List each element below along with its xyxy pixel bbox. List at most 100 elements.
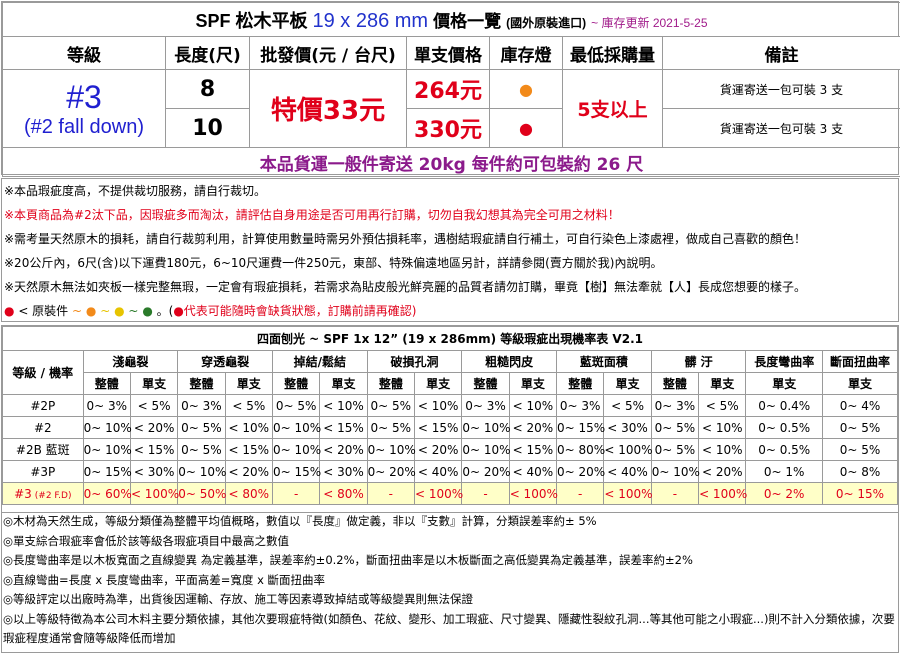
grade-sub: (#2 fall down): [23, 115, 145, 138]
defect-corner-header: 等級 / 機率: [2, 350, 84, 395]
defect-cell: -: [556, 482, 605, 505]
defect-group-header: 粗糙閃皮: [461, 350, 558, 373]
stock-dot: ●: [519, 79, 533, 99]
note-10: 貨運寄送一包可裝 3 支: [662, 108, 900, 148]
defect-cell: < 100%: [603, 482, 653, 505]
defect-cell: < 30%: [603, 416, 652, 439]
title-prefix: SPF 松木平板: [195, 10, 308, 31]
defect-cell: < 100%: [129, 482, 179, 505]
footer-note-text: ◎以上等級特徵為本公司木料主要分類依據，其他次要瑕疵特徵(如顏色、花紋、變形、加…: [3, 611, 895, 646]
defect-row: #2 0~ 10% < 20% 0~ 5% < 10% 0~ 10% < 15% 0~ 5% <…: [2, 416, 899, 439]
defect-cell: < 20%: [224, 460, 273, 483]
col-header-note: 備註: [662, 36, 900, 70]
defect-row-grade-label: #2P: [30, 398, 56, 413]
defect-row-grade: #2: [2, 416, 84, 439]
defect-cell: 0~ 3%: [556, 394, 605, 417]
legend-warning: 代表可能隨時會缺貨狀態，訂購前請再確認): [183, 304, 417, 318]
col-header-wholesale: 批發價(元 / 台尺): [249, 36, 407, 70]
stock-light-orange-icon: ●: [489, 69, 563, 109]
defect-cell: 0~ 60%: [82, 482, 132, 505]
defect-cell: 0~ 10%: [650, 460, 700, 483]
defect-cell: 0~ 5%: [821, 438, 899, 461]
defect-row-grade: #2B 藍斑: [2, 438, 84, 461]
defect-cell: 0~ 10%: [82, 416, 132, 439]
defect-cell: < 20%: [698, 460, 747, 483]
defect-cell: < 15%: [224, 438, 273, 461]
shipping-info: 本品貨運一般件寄送 20kg 每件約可包裝約 26 尺: [2, 147, 900, 177]
unit-price-8: 264元: [406, 69, 490, 109]
red-dot-icon: ●: [173, 304, 184, 318]
title-suffix: 價格一覽: [433, 11, 502, 31]
defect-cell: < 20%: [413, 438, 463, 461]
defect-cell: < 10%: [413, 394, 463, 417]
min-order: 5支以上: [562, 69, 663, 148]
defect-row: #2P 0~ 3% < 5% 0~ 3% < 5% 0~ 5% < 10% 0~ 5% < 10…: [2, 394, 899, 417]
defect-cell: < 100%: [508, 482, 558, 505]
defect-cell: 0~ 10%: [82, 438, 132, 461]
defect-cell: 0~ 8%: [821, 460, 899, 483]
sub-header-overall: 整體: [556, 372, 605, 395]
col-header-length: 長度(尺): [165, 36, 250, 70]
defect-group-header: 藍斑面積: [556, 350, 652, 373]
defect-cell: 0~ 4%: [821, 394, 899, 417]
defect-cell: 0~ 0.5%: [745, 416, 823, 439]
footer-note: ◎單支綜合瑕疵率會低於該等級各瑕疵項目中最高之數值: [3, 533, 290, 548]
update-date: ~ 庫存更新 2021-5-25: [591, 15, 708, 30]
defect-cell: < 15%: [508, 438, 558, 461]
defect-cell: < 100%: [698, 482, 747, 505]
defect-table: 四面刨光 ~ SPF 1x 12” (19 x 286mm) 等級瑕疵出現機率表…: [2, 326, 899, 505]
defect-group-header: 長度彎曲率: [745, 350, 823, 373]
sub-header-single: 單支: [698, 372, 747, 395]
defect-cell: 0~ 10%: [366, 438, 416, 461]
sub-header-single: 單支: [129, 372, 179, 395]
footer-notes: ◎木材為天然生成，等級分類僅為整體平均值概略，數值以『長度』做定義，非以『支數』…: [1, 512, 899, 653]
defect-cell: 0~ 10%: [177, 460, 226, 483]
col-header-moq: 最低採購量: [562, 36, 663, 70]
defect-cell: < 15%: [129, 438, 179, 461]
defect-row-grade-label: #3: [14, 486, 32, 501]
defect-cell: 0~ 15%: [556, 416, 605, 439]
defect-cell: < 40%: [413, 460, 463, 483]
defect-cell: -: [461, 482, 510, 505]
defect-cell: < 20%: [319, 438, 368, 461]
defect-cell: 0~ 3%: [177, 394, 226, 417]
footer-note: ◎以上等級特徵為本公司木料主要分類依據，其他次要瑕疵特徵(如顏色、花紋、變形、加…: [2, 610, 898, 649]
defect-cell: < 10%: [698, 416, 747, 439]
note-8: 貨運寄送一包可裝 3 支: [662, 69, 900, 109]
defect-cell: 0~ 5%: [366, 416, 416, 439]
defect-cell: 0~ 5%: [366, 394, 416, 417]
defect-cell: 0~ 3%: [82, 394, 131, 417]
notes-panel: ※本品瑕疵度高，不提供裁切服務，請自行裁切。 ※本頁商品為#2汰下品，因瑕疵多而…: [1, 178, 899, 322]
defect-group-header: 穿透龜裂: [177, 350, 273, 373]
defect-row-grade: #3P: [2, 460, 84, 483]
defect-cell: < 15%: [413, 416, 463, 439]
defect-cell: < 5%: [129, 394, 179, 417]
defect-cell: 0~ 0.4%: [745, 394, 823, 417]
defect-cell: 0~ 5%: [271, 394, 321, 417]
legend-label: < 原裝件: [18, 304, 69, 318]
sub-header-single: 單支: [508, 372, 558, 395]
sub-header-single: 單支: [319, 372, 368, 395]
defect-row-grade: #2P: [2, 394, 84, 417]
defect-cell: < 40%: [603, 460, 652, 483]
grade-main: #3: [66, 78, 102, 115]
defect-cell: 0~ 80%: [556, 438, 605, 461]
orange-dot-icon: ●: [85, 304, 97, 318]
defect-cell: < 10%: [224, 416, 273, 439]
defect-cell: < 20%: [129, 416, 179, 439]
red-dot-icon: ●: [4, 304, 15, 318]
yellow-dot-icon: ●: [114, 304, 125, 318]
defect-cell: -: [271, 482, 321, 505]
grade-cell: #3 (#2 fall down): [2, 69, 166, 148]
green-dot-icon: ●: [142, 304, 153, 318]
defect-cell: < 5%: [224, 394, 273, 417]
defect-row: #3P 0~ 15% < 30% 0~ 10% < 20% 0~ 15% < 30% 0~ 2…: [2, 460, 899, 483]
defect-row-grade-label: #2B 藍斑: [15, 443, 70, 457]
note-line: ※需考量天然原木的損耗，請自行裁剪利用，計算使用數量時需另外預估損耗率，遇樹結瑕…: [4, 232, 807, 246]
stock-legend: ● < 原裝件 ~ ● ~ ● ~ ● 。(●代表可能隨時會缺貨狀態，訂購前請再…: [2, 299, 898, 323]
length-8: 8: [165, 69, 250, 109]
note-line: ※本品瑕疵度高，不提供裁切服務，請自行裁切。: [4, 184, 267, 198]
defect-cell: -: [366, 482, 416, 505]
defect-row: #2B 藍斑 0~ 10% < 15% 0~ 5% < 15% 0~ 10% < 20% 0~…: [2, 438, 899, 461]
defect-cell: 0~ 10%: [271, 416, 321, 439]
